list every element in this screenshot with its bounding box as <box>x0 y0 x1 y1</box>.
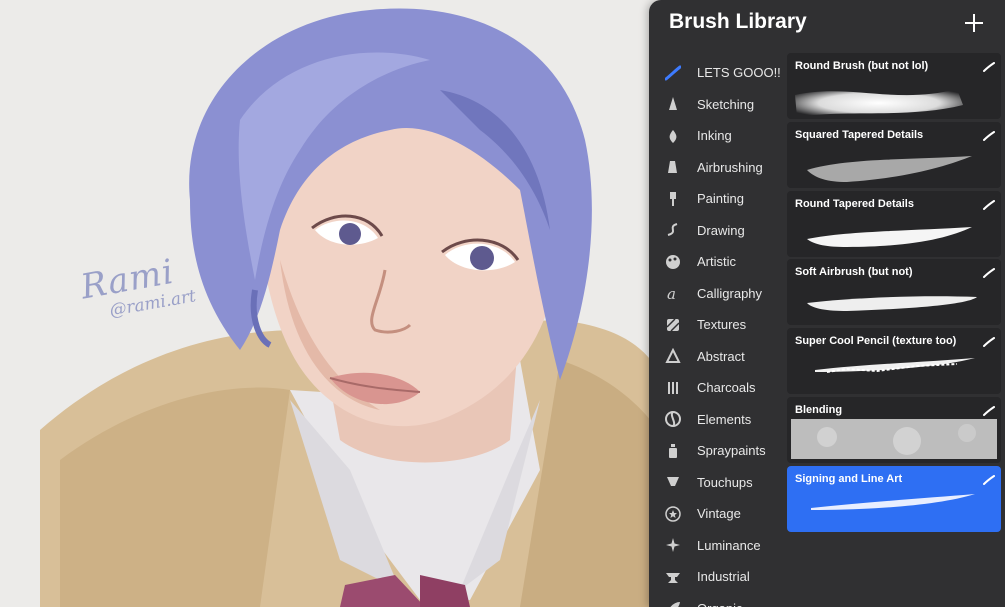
brush-category-label: Textures <box>697 317 747 332</box>
squiggle-icon <box>665 222 681 238</box>
brush-category-label: Abstract <box>697 348 745 364</box>
brush-stroke-icon <box>983 128 995 141</box>
star-badge-icon <box>665 505 681 522</box>
brush-stroke-icon <box>983 403 995 416</box>
plus-icon <box>965 14 983 32</box>
brush-category-label: Elements <box>697 411 752 427</box>
brush-stroke-icon <box>983 59 995 72</box>
brush-category-elements[interactable]: Elements <box>649 404 784 435</box>
brush-category-label: Drawing <box>697 222 745 238</box>
brush-stroke-icon <box>983 265 995 279</box>
palette-icon <box>665 254 681 270</box>
brush-stroke-icon <box>665 65 681 81</box>
leaf-icon <box>665 600 681 607</box>
add-brush-button[interactable] <box>961 10 987 36</box>
brush-category-airbrushing[interactable]: Airbrushing <box>649 152 784 183</box>
brush-category-label: Luminance <box>697 537 761 553</box>
brush-category-organic[interactable]: Organic <box>649 593 784 607</box>
brush-name: Round Brush (but not lol) <box>795 60 929 72</box>
brush-stroke-icon <box>983 197 995 210</box>
brush-category-painting[interactable]: Painting <box>649 183 784 214</box>
brush-card-pencil[interactable]: Super Cool Pencil (texture too) <box>787 328 1001 395</box>
touchup-icon <box>665 474 681 490</box>
brush-card-tapered[interactable]: Round Tapered Details <box>787 190 1001 257</box>
brush-card-line[interactable]: Signing and Line Art <box>787 465 1001 532</box>
pencil-tip-icon <box>665 96 681 112</box>
panel-title: Brush Library <box>669 10 807 33</box>
brush-category-label: Artistic <box>697 254 736 269</box>
brush-name: Blending <box>795 404 843 416</box>
svg-text:a: a <box>667 285 676 301</box>
brush-category-spraypaints[interactable]: Spraypaints <box>649 435 784 466</box>
triangle-icon <box>665 348 681 364</box>
texture-icon <box>665 317 681 333</box>
brush-name: Super Cool Pencil (texture too) <box>795 335 957 348</box>
brush-card-soft[interactable]: Soft Airbrush (but not) <box>787 259 1001 326</box>
brush-category-label: Charcoals <box>697 380 756 395</box>
brush-name: Soft Airbrush (but not) <box>795 266 913 279</box>
brush-category-label: Airbrushing <box>697 159 763 175</box>
brush-category-label: Touchups <box>697 474 753 490</box>
yin-yang-icon <box>665 411 681 427</box>
brush-category-textures[interactable]: Textures <box>649 309 784 340</box>
charcoal-icon <box>665 380 681 396</box>
brush-name: Squared Tapered Details <box>795 128 924 141</box>
calligraphy-icon: a <box>665 285 681 301</box>
spray-can-icon <box>665 443 681 459</box>
brush-library-panel: Brush Library LETS GOOO!! Sketching Inking… <box>649 0 1005 607</box>
brush-category-luminance[interactable]: Luminance <box>649 530 784 561</box>
brush-category-label: Calligraphy <box>697 285 763 301</box>
brush-category-sketching[interactable]: Sketching <box>649 89 784 120</box>
brush-list: Round Brush (but not lol) Squared Tapered… <box>787 53 1005 607</box>
brush-category-label: Inking <box>697 128 732 143</box>
brush-category-touchups[interactable]: Touchups <box>649 467 784 498</box>
brush-card-blend[interactable]: Blending <box>787 397 1001 463</box>
anvil-icon <box>665 569 681 585</box>
brush-category-label: Organic <box>697 601 743 607</box>
brush-name: Round Tapered Details <box>795 197 914 210</box>
brush-stroke-icon <box>983 334 995 348</box>
brush-category-drawing[interactable]: Drawing <box>649 215 784 246</box>
sparkle-icon <box>665 537 681 553</box>
brush-category-vintage[interactable]: Vintage <box>649 498 784 529</box>
brush-category-artistic[interactable]: Artistic <box>649 246 784 277</box>
brush-category-label: Industrial <box>697 569 750 584</box>
brush-category-label: Vintage <box>697 506 741 521</box>
paintbrush-icon <box>665 191 681 207</box>
brush-category-label: Spraypaints <box>697 443 766 458</box>
brush-name: Signing and Line Art <box>795 472 903 485</box>
airbrush-icon <box>665 159 681 175</box>
brush-stroke-icon <box>983 472 995 485</box>
brush-card-round[interactable]: Round Brush (but not lol) <box>787 53 1001 119</box>
brush-category-label: LETS GOOO!! <box>697 65 781 80</box>
brush-category-sidebar: LETS GOOO!! Sketching Inking Airbrushing Pai… <box>649 53 784 607</box>
brush-category-abstract[interactable]: Abstract <box>649 341 784 372</box>
brush-category-inking[interactable]: Inking <box>649 120 784 151</box>
brush-category-calligraphy[interactable]: a Calligraphy <box>649 278 784 309</box>
brush-category-lets-gooo[interactable]: LETS GOOO!! <box>649 57 784 88</box>
brush-card-squared[interactable]: Squared Tapered Details <box>787 121 1001 188</box>
ink-drop-icon <box>665 128 681 144</box>
brush-category-label: Painting <box>697 191 744 206</box>
brush-category-charcoals[interactable]: Charcoals <box>649 372 784 403</box>
brush-category-label: Sketching <box>697 96 755 112</box>
brush-category-industrial[interactable]: Industrial <box>649 561 784 592</box>
